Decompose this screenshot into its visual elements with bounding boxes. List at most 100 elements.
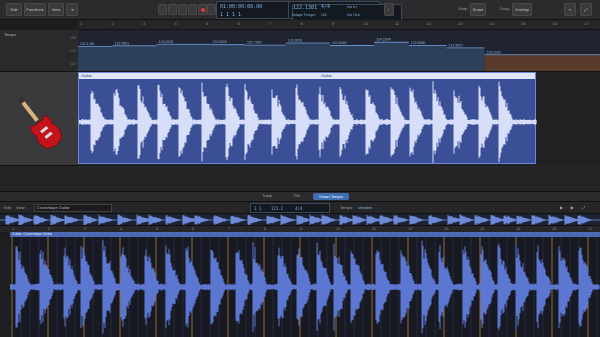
tempo-segment	[374, 42, 409, 71]
tempo-point-label: 122.1381	[80, 42, 95, 46]
audio-region[interactable]: Guitar Guitar	[78, 72, 537, 164]
ruler-bar-label: 9	[332, 21, 335, 26]
play-icon[interactable]: ▶	[560, 205, 563, 210]
record-icon[interactable]	[198, 4, 207, 15]
tempo-axis-label: 130	[70, 36, 76, 40]
tempo-segment	[210, 44, 245, 71]
ruler-bar-label: 3	[143, 21, 146, 26]
guitar-track-lane[interactable]: Guitar Guitar	[78, 72, 600, 166]
forward-icon[interactable]	[178, 4, 187, 15]
tab-smart-tempo[interactable]: Smart Tempo	[313, 193, 349, 200]
catch-icon[interactable]: ⇥	[66, 3, 78, 16]
empty-track-area[interactable]	[0, 166, 600, 192]
ruler-bar-label: 8	[300, 21, 303, 26]
ruler-bar-label: 15	[521, 21, 526, 26]
lcd-signature: 4/4	[321, 4, 331, 10]
editor-ruler-bar-label: 12	[408, 226, 413, 231]
tempo-axis: 130 120 110	[70, 30, 78, 72]
editor-tab-bar: Track File Smart Tempo	[0, 192, 600, 202]
tempo-point-label: 122.7950	[247, 41, 262, 45]
editor-ruler-bar-label: 15	[516, 226, 521, 231]
tempo-axis-label: 120	[70, 49, 76, 53]
ruler-bar-label: 11	[395, 21, 400, 26]
tempo-segment	[408, 45, 447, 71]
tempo-point-label: 121.5007	[449, 43, 464, 47]
tempo-mode-select[interactable]: Variable	[358, 205, 372, 210]
editor-lcd-pos: 1 1	[254, 206, 262, 211]
editor-ruler-bar-label: 14	[480, 226, 485, 231]
editor-lcd[interactable]: 1 1 121.1 4/4	[250, 203, 330, 213]
lcd-time: 01:00:00:00.00	[220, 4, 263, 10]
snap-select[interactable]: Smart	[470, 3, 486, 16]
cycle-icon[interactable]	[207, 4, 216, 15]
region-name: Guitar	[321, 73, 332, 78]
tempo-segment	[78, 46, 113, 71]
ruler-bar-label: 1	[80, 21, 83, 26]
tab-file[interactable]: File	[294, 193, 300, 198]
lcd-out: No Out	[347, 12, 360, 17]
drag-select[interactable]: Overlap	[512, 3, 532, 16]
edit-menu-button[interactable]: Edit	[6, 3, 22, 16]
tempo-point-label: 122.6400	[332, 41, 347, 45]
editor-ruler-bar-label: 5	[156, 226, 159, 231]
guitar-track-header[interactable]	[0, 72, 78, 166]
rewind-icon[interactable]	[168, 4, 177, 15]
editor-region-name: Guitar: Crunchtape Guitar	[12, 232, 53, 236]
drag-label: Drag:	[500, 6, 510, 11]
snap-label: Snap:	[458, 6, 469, 11]
editor-ruler-bar-label: 1	[12, 226, 15, 231]
tempo-point-label: 124.2004	[376, 38, 391, 42]
tempo-segment	[330, 45, 375, 71]
bar-ruler[interactable]: 1 2 3 4 5 6 7 8 9 10 11 12 13 14 15 16 17	[78, 20, 600, 30]
editor-toolbar: Edit View Crunchtape Guitar 1 1 121.1 4/…	[0, 202, 600, 214]
editor-edit-menu[interactable]: Edit	[4, 205, 11, 210]
tempo-segment	[112, 45, 157, 71]
editor-waveform-area[interactable]	[0, 237, 600, 337]
lcd-division: /16	[321, 12, 327, 17]
editor-view-menu[interactable]: View	[16, 205, 25, 210]
tempo-segment	[156, 44, 211, 71]
solo-icon[interactable]: ◉	[570, 205, 574, 210]
ruler-bar-label: 5	[206, 21, 209, 26]
lcd-bars: 1 1 1 1	[220, 12, 242, 18]
lcd-adapt-tempo: Adapt Tempo	[292, 12, 316, 17]
stop-icon[interactable]	[188, 4, 197, 15]
ruler-bar-label: 17	[584, 21, 589, 26]
editor-lcd-tempo: 121.1	[271, 206, 284, 211]
waveform-zoom-icon[interactable]: ≈	[564, 3, 576, 16]
editor-lcd-sig: 4/4	[295, 206, 303, 211]
lcd-tempo-display[interactable]: 122.1381 4/4 Adapt Tempo /16 No In No Ou…	[288, 1, 402, 22]
tempo-mode-label: Tempo:	[340, 205, 354, 210]
editor-ruler-bar-label: 17	[588, 226, 593, 231]
editor-ruler-bar-label: 6	[192, 226, 195, 231]
ruler-bar-label: 2	[111, 21, 114, 26]
editor-ruler-bar-label: 3	[84, 226, 87, 231]
ruler-bar-label: 16	[552, 21, 557, 26]
tempo-segment	[484, 54, 600, 71]
go-to-start-icon[interactable]	[158, 4, 167, 15]
editor-ruler-bar-label: 8	[264, 226, 267, 231]
tempo-track-header[interactable]: Tempo	[0, 30, 78, 72]
tab-track[interactable]: Track	[262, 193, 272, 198]
lcd-in: No In	[347, 4, 357, 9]
metronome-icon[interactable]: ♩	[384, 3, 394, 16]
tempo-lane[interactable]: 122.1381 122.4801 123.2003 123.0000 122.7950…	[78, 30, 600, 72]
tempo-point-label: 123.8001	[288, 39, 303, 43]
tempo-axis-label: 110	[70, 62, 76, 66]
tempo-point-label: 122.6650	[411, 41, 426, 45]
editor-ruler-bar-label: 16	[552, 226, 557, 231]
waveform	[79, 81, 537, 163]
ruler-bar-label: 12	[426, 21, 431, 26]
view-menu-button[interactable]: View	[48, 3, 64, 16]
editor-amplitude-axis	[0, 237, 10, 337]
zoom-icon[interactable]: ⤢	[580, 3, 592, 16]
tempo-point-label: 123.0000	[212, 40, 227, 44]
zoom-icon[interactable]: ⤢	[582, 205, 585, 210]
editor-ruler-bar-label: 4	[120, 226, 123, 231]
region-name-field[interactable]: Crunchtape Guitar	[34, 204, 112, 212]
ruler-bar-label: 10	[363, 21, 368, 26]
functions-menu-button[interactable]: Functions	[24, 3, 46, 16]
editor-overview[interactable]	[0, 214, 600, 226]
editor-ruler-bar-label: 9	[300, 226, 303, 231]
editor-ruler-bar-label: 10	[336, 226, 341, 231]
